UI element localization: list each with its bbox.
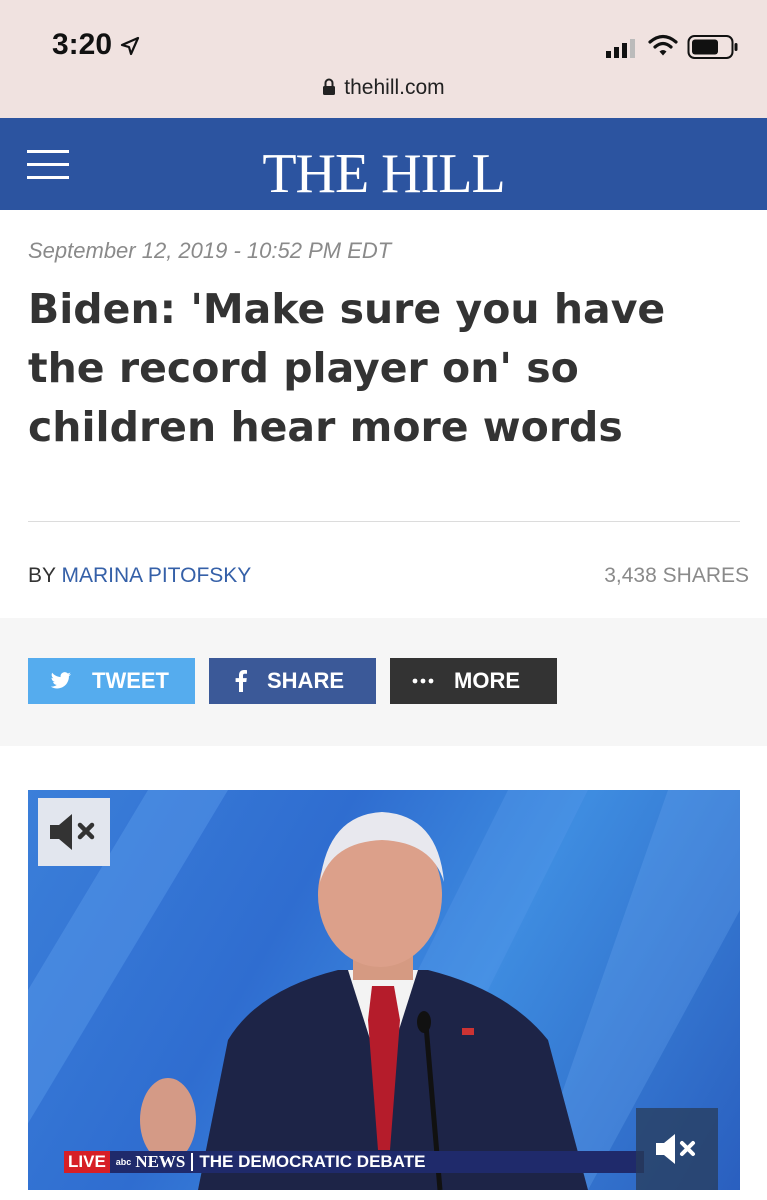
lock-icon [323, 78, 336, 95]
facebook-share-button[interactable]: SHARE [209, 658, 376, 704]
mute-icon [50, 814, 95, 850]
site-logo[interactable]: THE HILL [0, 142, 767, 206]
site-header: THE HILL [0, 118, 767, 210]
video-frame [28, 790, 740, 1190]
divider [28, 521, 740, 522]
status-bar: 3:20 thehill.com [0, 0, 767, 118]
byline: BY MARINA PITOFSKY [28, 564, 251, 588]
article-headline: Biden: 'Make sure you have the record pl… [28, 285, 666, 451]
news-lower-third: LIVE abc NEWS THE DEMOCRATIC DEBATE [64, 1151, 644, 1173]
ellipsis-icon [412, 678, 434, 684]
mute-bottom-button[interactable] [636, 1108, 718, 1190]
battery-icon [687, 35, 738, 59]
author-link[interactable]: MARINA PITOFSKY [61, 564, 251, 587]
address-bar[interactable]: thehill.com [0, 76, 767, 100]
share-count-label: SHARES [662, 564, 749, 587]
abc-logo-icon: abc [115, 1157, 132, 1167]
facebook-f-icon [235, 670, 247, 692]
url-text: thehill.com [344, 76, 445, 99]
tweet-button[interactable]: TWEET [28, 658, 195, 704]
broadcast-title: THE DEMOCRATIC DEBATE [199, 1152, 426, 1171]
mute-button[interactable] [38, 798, 110, 866]
live-badge: LIVE [64, 1151, 110, 1173]
share-count-number: 3,438 [604, 564, 657, 587]
tweet-label: TWEET [92, 668, 169, 693]
share-bar: TWEET SHARE MORE [0, 618, 767, 746]
video-player[interactable]: LIVE abc NEWS THE DEMOCRATIC DEBATE [28, 790, 740, 1190]
byline-prefix: BY [28, 564, 56, 587]
twitter-bird-icon [50, 672, 72, 690]
cellular-signal-icon [606, 39, 635, 58]
mute-bottom-icon [656, 1134, 695, 1164]
more-label: MORE [454, 668, 520, 693]
article-dateline: September 12, 2019 - 10:52 PM EDT [28, 238, 392, 263]
wifi-icon [648, 34, 678, 56]
location-arrow-icon [120, 36, 140, 56]
facebook-share-label: SHARE [267, 668, 345, 693]
status-time: 3:20 [52, 28, 113, 61]
share-count: 3,438 SHARES [604, 564, 749, 588]
more-button[interactable]: MORE [390, 658, 557, 704]
network-label: NEWS [133, 1153, 194, 1171]
